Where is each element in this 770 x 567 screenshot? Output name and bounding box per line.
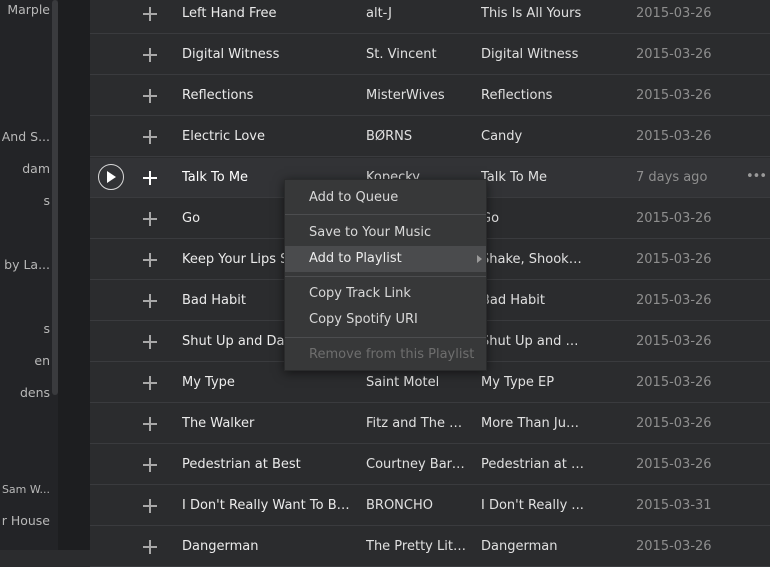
add-icon[interactable] bbox=[142, 0, 158, 34]
sidebar-item[interactable]: s bbox=[43, 321, 50, 336]
submenu-arrow-icon bbox=[477, 255, 482, 263]
track-date: 2015-03-26 bbox=[636, 211, 712, 226]
track-album[interactable]: Shut Up and D... bbox=[481, 322, 584, 362]
table-row[interactable]: Left Hand Free alt-J This Is All Yours 2… bbox=[90, 0, 770, 34]
context-menu: Add to Queue Save to Your Music Add to P… bbox=[284, 179, 487, 371]
track-album[interactable]: I Don't Really ... bbox=[481, 486, 584, 526]
add-icon[interactable] bbox=[142, 363, 158, 403]
track-title: Electric Love bbox=[182, 129, 265, 144]
track-date: 2015-03-26 bbox=[636, 539, 712, 554]
sidebar-item[interactable]: r House bbox=[2, 513, 50, 528]
sidebar-item[interactable]: s bbox=[43, 193, 50, 208]
track-album[interactable]: More Than Jus... bbox=[481, 404, 584, 444]
add-icon[interactable] bbox=[142, 158, 158, 198]
play-icon[interactable] bbox=[98, 164, 124, 190]
track-title: Pedestrian at Best bbox=[182, 457, 301, 472]
track-album[interactable]: Candy bbox=[481, 117, 584, 157]
menu-item-copy-track-link[interactable]: Copy Track Link bbox=[285, 281, 486, 307]
track-title: Digital Witness bbox=[182, 47, 280, 62]
table-row[interactable]: Electric Love BØRNS Candy 2015-03-26 bbox=[90, 117, 770, 157]
track-date: 2015-03-26 bbox=[636, 88, 712, 103]
divider bbox=[58, 0, 90, 550]
sidebar-item[interactable]: And S... bbox=[2, 129, 50, 144]
track-artist[interactable]: MisterWives bbox=[366, 76, 466, 116]
track-artist[interactable]: The Pretty Littles bbox=[366, 527, 466, 567]
add-icon[interactable] bbox=[142, 445, 158, 485]
track-date: 2015-03-26 bbox=[636, 252, 712, 267]
track-artist[interactable]: Courtney Barn... bbox=[366, 445, 466, 485]
sidebar-item[interactable]: by La... bbox=[4, 257, 50, 272]
menu-divider bbox=[285, 337, 486, 338]
table-row[interactable]: Digital Witness St. Vincent Digital Witn… bbox=[90, 35, 770, 75]
track-album[interactable]: Bad Habit bbox=[481, 281, 584, 321]
more-icon[interactable]: ••• bbox=[746, 158, 767, 196]
track-title: Left Hand Free bbox=[182, 6, 277, 21]
add-icon[interactable] bbox=[142, 199, 158, 239]
add-icon[interactable] bbox=[142, 486, 158, 526]
track-album[interactable]: This Is All Yours bbox=[481, 0, 584, 34]
sidebar-item[interactable]: dens bbox=[20, 385, 50, 400]
table-row[interactable]: The Walker Fitz and The T... More Than J… bbox=[90, 404, 770, 444]
track-date: 2015-03-26 bbox=[636, 47, 712, 62]
track-date: 2015-03-31 bbox=[636, 498, 712, 513]
table-row[interactable]: Pedestrian at Best Courtney Barn... Pede… bbox=[90, 445, 770, 485]
track-artist[interactable]: BRONCHO bbox=[366, 486, 466, 526]
sidebar: Marple And S... dam s by La... s en dens… bbox=[0, 0, 58, 550]
track-album[interactable]: Reflections bbox=[481, 76, 584, 116]
menu-item-remove-from-playlist[interactable]: Remove from this Playlist bbox=[285, 342, 486, 368]
track-title: Reflections bbox=[182, 88, 254, 103]
table-row[interactable]: I Don't Really Want To Be ... BRONCHO I … bbox=[90, 486, 770, 526]
table-row[interactable]: Dangerman The Pretty Littles Dangerman 2… bbox=[90, 527, 770, 567]
track-artist[interactable]: BØRNS bbox=[366, 117, 466, 157]
track-date: 2015-03-26 bbox=[636, 416, 712, 431]
sidebar-item[interactable]: Marple bbox=[7, 2, 50, 17]
track-date: 2015-03-26 bbox=[636, 293, 712, 308]
track-album[interactable]: Pedestrian at B... bbox=[481, 445, 584, 485]
track-album[interactable]: Shake, Shook, ... bbox=[481, 240, 584, 280]
add-icon[interactable] bbox=[142, 35, 158, 75]
track-artist[interactable]: Fitz and The T... bbox=[366, 404, 466, 444]
sidebar-item[interactable]: Sam W... bbox=[2, 483, 50, 496]
menu-item-add-to-playlist[interactable]: Add to Playlist bbox=[285, 246, 486, 272]
add-icon[interactable] bbox=[142, 322, 158, 362]
track-artist[interactable]: St. Vincent bbox=[366, 35, 466, 75]
track-title: I Don't Really Want To Be ... bbox=[182, 498, 354, 513]
track-date: 2015-03-26 bbox=[636, 6, 712, 21]
add-icon[interactable] bbox=[142, 240, 158, 280]
sidebar-item[interactable]: en bbox=[34, 353, 50, 368]
add-icon[interactable] bbox=[142, 117, 158, 157]
menu-item-copy-spotify-uri[interactable]: Copy Spotify URI bbox=[285, 307, 486, 333]
sidebar-item[interactable]: dam bbox=[22, 161, 50, 176]
track-title: The Walker bbox=[182, 416, 255, 431]
track-artist[interactable]: alt-J bbox=[366, 0, 466, 34]
track-title: Dangerman bbox=[182, 539, 259, 554]
track-date: 7 days ago bbox=[636, 170, 708, 185]
add-icon[interactable] bbox=[142, 527, 158, 567]
track-date: 2015-03-26 bbox=[636, 129, 712, 144]
track-album[interactable]: My Type EP bbox=[481, 363, 584, 403]
track-album[interactable]: Dangerman bbox=[481, 527, 584, 567]
add-icon[interactable] bbox=[142, 281, 158, 321]
add-icon[interactable] bbox=[142, 76, 158, 116]
menu-divider bbox=[285, 214, 486, 215]
track-date: 2015-03-26 bbox=[636, 375, 712, 390]
add-icon[interactable] bbox=[142, 404, 158, 444]
track-album[interactable]: Talk To Me bbox=[481, 158, 584, 198]
table-row[interactable]: Reflections MisterWives Reflections 2015… bbox=[90, 76, 770, 116]
menu-item-label: Add to Playlist bbox=[309, 251, 402, 266]
menu-item-save-to-your-music[interactable]: Save to Your Music bbox=[285, 220, 486, 246]
track-album[interactable]: Go bbox=[481, 199, 584, 239]
track-date: 2015-03-26 bbox=[636, 334, 712, 349]
menu-divider bbox=[285, 276, 486, 277]
track-date: 2015-03-26 bbox=[636, 457, 712, 472]
menu-item-add-to-queue[interactable]: Add to Queue bbox=[285, 185, 486, 211]
track-album[interactable]: Digital Witness bbox=[481, 35, 584, 75]
